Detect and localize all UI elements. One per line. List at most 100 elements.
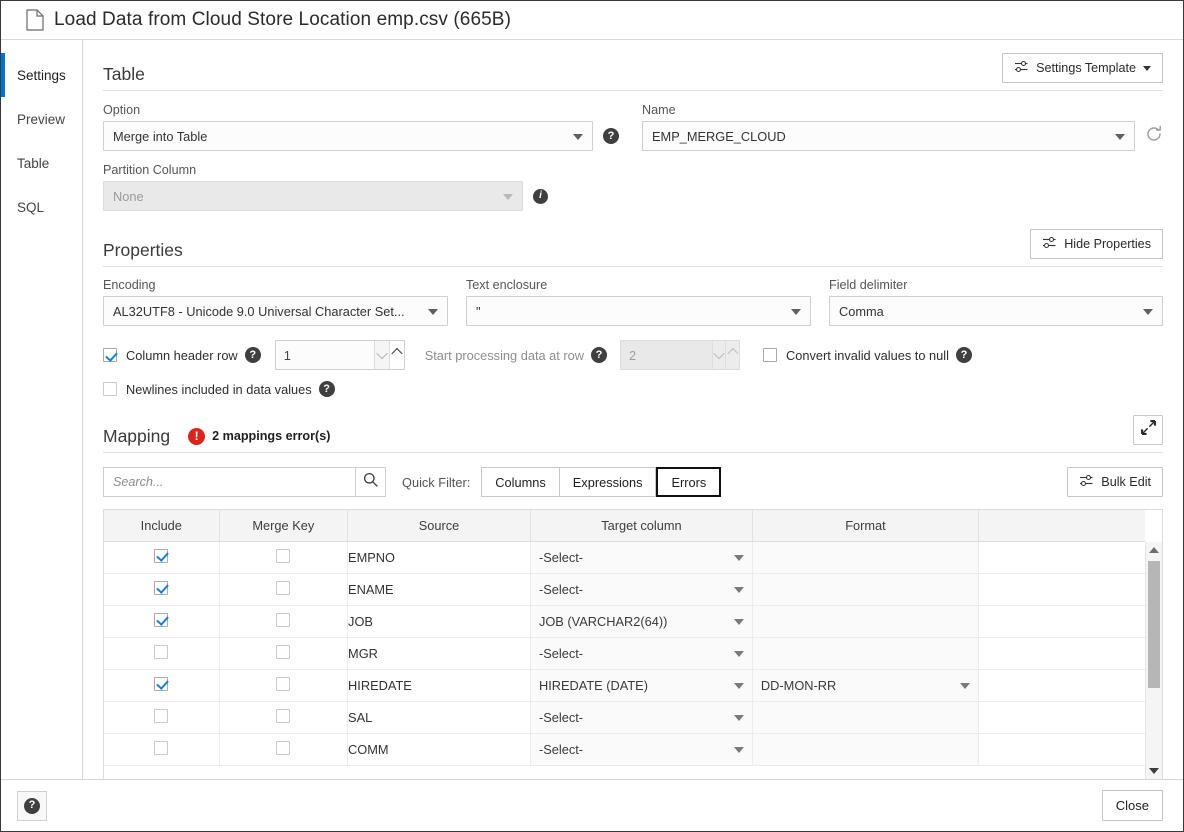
sidebar-item-settings[interactable]: Settings (1, 53, 82, 97)
include-checkbox[interactable] (154, 580, 169, 595)
option-value: Merge into Table (113, 128, 208, 144)
column-header-row-help-icon[interactable]: ? (244, 347, 261, 363)
scroll-down-button[interactable] (1146, 763, 1162, 779)
hide-properties-button[interactable]: Hide Properties (1030, 229, 1163, 259)
settings-template-button[interactable]: Settings Template (1002, 53, 1163, 83)
merge-key-checkbox[interactable] (276, 580, 291, 595)
filter-columns-button[interactable]: Columns (481, 467, 560, 497)
chevron-down-icon (733, 651, 744, 657)
include-checkbox[interactable] (154, 644, 169, 659)
chevron-down-icon (960, 683, 970, 689)
merge-key-checkbox[interactable] (276, 612, 291, 627)
spacer-cell (978, 541, 1145, 574)
name-select[interactable]: EMP_MERGE_CLOUD (642, 121, 1135, 151)
target-column-select[interactable]: JOB (VARCHAR2(64)) (530, 605, 752, 637)
start-processing-help-icon[interactable]: ? (591, 347, 608, 363)
scroll-up-button[interactable] (1146, 542, 1162, 558)
target-column-select[interactable]: -Select- (530, 541, 752, 573)
stepper-down-button[interactable] (373, 341, 389, 369)
include-checkbox[interactable] (154, 740, 169, 755)
dialog-titlebar: Load Data from Cloud Store Location emp.… (1, 1, 1183, 40)
column-header-row-stepper[interactable] (274, 340, 405, 370)
source-cell: ENAME (347, 573, 531, 606)
filter-errors-button[interactable]: Errors (656, 467, 722, 497)
search-icon (363, 472, 378, 492)
filter-expressions-button[interactable]: Expressions (559, 467, 657, 497)
newlines-included-checkbox[interactable] (103, 382, 117, 396)
filter-label: Errors (671, 474, 707, 490)
hide-properties-label: Hide Properties (1064, 237, 1151, 251)
target-column-select[interactable]: HIREDATE (DATE) (530, 669, 752, 701)
table-row: MGR -Select- (104, 637, 1145, 670)
merge-key-checkbox[interactable] (276, 708, 291, 723)
bulk-edit-button[interactable]: Bulk Edit (1067, 467, 1163, 497)
partition-info-icon[interactable]: i (533, 188, 548, 204)
format-cell: DD-MON-RR (752, 669, 980, 702)
text-enclosure-label: Text enclosure (466, 278, 548, 292)
chevron-down-icon (733, 683, 744, 689)
text-enclosure-select[interactable]: " (466, 296, 811, 326)
spacer-cell (978, 573, 1145, 606)
target-column-value: -Select- (538, 645, 584, 661)
triangle-down-icon (1149, 768, 1159, 774)
sliders-icon (1014, 60, 1029, 76)
target-column-select[interactable]: -Select- (530, 701, 752, 733)
column-header-row-input[interactable] (275, 341, 374, 369)
format-value: DD-MON-RR (760, 677, 837, 693)
target-column-select[interactable]: -Select- (530, 637, 752, 669)
mapping-grid-scrollbar[interactable] (1145, 542, 1162, 779)
convert-invalid-values-checkbox[interactable] (763, 348, 778, 362)
sidebar-item-preview[interactable]: Preview (1, 97, 82, 141)
table-section-title: Table (103, 63, 145, 84)
target-column-select[interactable]: -Select- (530, 573, 752, 605)
column-header-source[interactable]: Source (347, 510, 531, 542)
include-checkbox[interactable] (154, 676, 169, 691)
stepper-down-button (711, 341, 726, 369)
option-help-icon[interactable]: ? (603, 128, 619, 144)
sliders-icon (1042, 236, 1057, 252)
search-button[interactable] (355, 467, 386, 497)
format-select[interactable]: DD-MON-RR (752, 669, 978, 701)
column-header-include[interactable]: Include (104, 510, 220, 542)
format-cell (752, 733, 980, 766)
include-checkbox[interactable] (154, 612, 169, 627)
sidebar-item-label: SQL (17, 199, 45, 215)
column-header-merge-key[interactable]: Merge Key (219, 510, 349, 542)
help-button[interactable]: ? (17, 790, 47, 821)
source-cell: COMM (347, 733, 531, 766)
column-header-row-checkbox[interactable] (103, 348, 117, 362)
close-button[interactable]: Close (1101, 790, 1163, 821)
scrollbar-thumb[interactable] (1148, 561, 1160, 688)
include-checkbox[interactable] (154, 708, 169, 723)
merge-key-checkbox[interactable] (276, 740, 291, 755)
chevron-down-icon (713, 347, 725, 360)
merge-key-checkbox[interactable] (276, 676, 291, 691)
format-cell (752, 573, 980, 606)
newlines-included-help-icon[interactable]: ? (318, 381, 335, 397)
refresh-icon[interactable] (1145, 125, 1163, 148)
merge-key-checkbox[interactable] (276, 644, 291, 659)
name-value: EMP_MERGE_CLOUD (652, 128, 786, 144)
sidebar-item-sql[interactable]: SQL (1, 185, 82, 229)
search-input[interactable] (103, 467, 355, 497)
chevron-down-icon (573, 134, 583, 140)
column-header-target-column[interactable]: Target column (530, 510, 753, 542)
search-box[interactable] (103, 467, 386, 497)
sidebar-item-label: Settings (17, 67, 66, 83)
expand-mapping-button[interactable] (1133, 415, 1163, 445)
spacer-cell (978, 733, 1145, 766)
encoding-select[interactable]: AL32UTF8 - Unicode 9.0 Universal Charact… (103, 296, 448, 326)
target-column-select[interactable]: -Select- (530, 733, 752, 765)
stepper-up-button[interactable] (388, 341, 404, 369)
include-checkbox[interactable] (154, 548, 169, 563)
chevron-up-icon (727, 347, 739, 360)
sidebar-item-label: Table (17, 155, 50, 171)
include-cell (104, 573, 220, 606)
merge-key-checkbox[interactable] (276, 548, 291, 563)
include-cell (104, 669, 220, 702)
column-header-format[interactable]: Format (752, 510, 980, 542)
field-delimiter-select[interactable]: Comma (829, 296, 1163, 326)
sidebar-item-table[interactable]: Table (1, 141, 82, 185)
convert-invalid-values-help-icon[interactable]: ? (955, 347, 972, 363)
option-select[interactable]: Merge into Table (103, 121, 593, 151)
